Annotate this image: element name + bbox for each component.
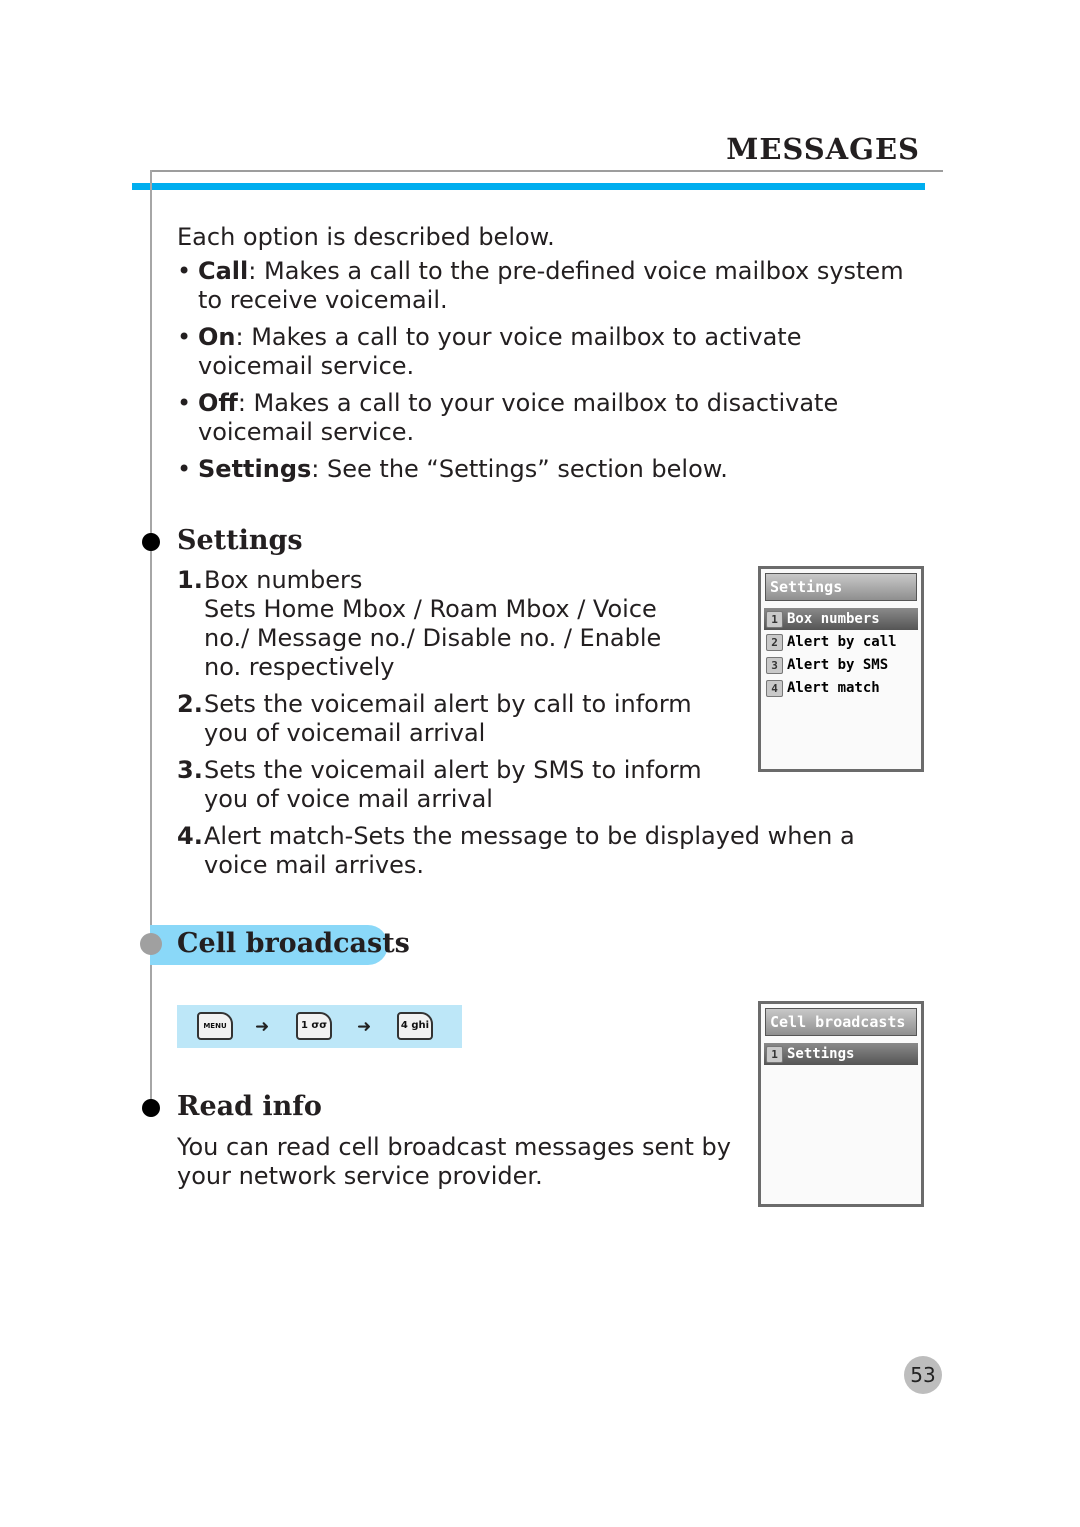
options-list: • Call: Makes a call to the pre-defined v…	[177, 257, 917, 492]
screen-title: Cell broadcasts	[765, 1008, 917, 1036]
option-term: Call	[198, 257, 249, 285]
item-text: Sets the voicemail alert by SMS to infor…	[204, 756, 702, 813]
header-divider-gray	[151, 170, 943, 172]
section-bullet-icon	[140, 933, 162, 955]
header-divider-blue	[132, 183, 925, 190]
screen-menu-item[interactable]: 3 Alert by SMS	[764, 654, 918, 676]
read-info-text: You can read cell broadcast messages sen…	[177, 1133, 731, 1190]
page-number: 53	[904, 1356, 942, 1394]
option-item: • Settings: See the “Settings” section be…	[177, 455, 917, 484]
option-term: On	[198, 323, 236, 351]
item-number: 3.	[177, 756, 203, 784]
item-text: Alert match-Sets the message to be displ…	[204, 822, 855, 879]
key-sequence: MENU ➜ 1 σσ ➜ 4 ghi	[177, 1005, 462, 1048]
item-number: 4.	[177, 822, 203, 850]
option-desc: : Makes a call to your voice mailbox to …	[198, 389, 839, 446]
screen-menu-item[interactable]: 2 Alert by call	[764, 631, 918, 653]
settings-item: 3. Sets the voicemail alert by SMS to in…	[177, 756, 737, 814]
key-1-icon: 1 σσ	[296, 1012, 332, 1040]
bullet-icon: •	[177, 257, 192, 285]
screen-menu-item[interactable]: 1 Box numbers	[764, 608, 918, 630]
number-badge-icon: 1	[766, 1046, 783, 1063]
bullet-icon: •	[177, 455, 192, 483]
menu-item-label: Box numbers	[787, 611, 880, 627]
cell-broadcasts-screen: Cell broadcasts 1 Settings	[758, 1001, 924, 1207]
menu-key-icon: MENU	[197, 1012, 233, 1040]
number-badge-icon: 3	[766, 657, 783, 674]
settings-heading: Settings	[177, 525, 303, 556]
read-info-heading: Read info	[177, 1091, 322, 1122]
arrow-right-icon: ➜	[357, 1017, 372, 1037]
section-timeline-line	[150, 170, 152, 1108]
option-term: Settings	[198, 455, 312, 483]
cell-broadcasts-heading: Cell broadcasts	[177, 928, 410, 959]
menu-item-label: Settings	[787, 1046, 855, 1062]
section-bullet-icon	[142, 533, 160, 551]
settings-item: 1. Box numbers Sets Home Mbox / Roam Mbo…	[177, 566, 737, 682]
screen-menu-item[interactable]: 4 Alert match	[764, 677, 918, 699]
arrow-right-icon: ➜	[255, 1017, 270, 1037]
option-desc: : Makes a call to the pre-defined voice …	[198, 257, 904, 314]
item-number: 2.	[177, 690, 203, 718]
menu-item-label: Alert by SMS	[787, 657, 889, 673]
menu-item-label: Alert by call	[787, 634, 897, 650]
option-desc: : See the “Settings” section below.	[311, 455, 728, 483]
bullet-icon: •	[177, 389, 192, 417]
menu-item-label: Alert match	[787, 680, 880, 696]
number-badge-icon: 4	[766, 680, 783, 697]
intro-text: Each option is described below.	[177, 223, 555, 251]
section-bullet-icon	[142, 1099, 160, 1117]
number-badge-icon: 1	[766, 611, 783, 628]
bullet-icon: •	[177, 323, 192, 351]
option-term: Off	[198, 389, 238, 417]
item-title: Box numbers	[204, 566, 363, 594]
settings-item: 2. Sets the voicemail alert by call to i…	[177, 690, 737, 748]
option-item: • Off: Makes a call to your voice mailbox…	[177, 389, 917, 447]
item-number: 1.	[177, 566, 203, 594]
option-desc: : Makes a call to your voice mailbox to …	[198, 323, 802, 380]
screen-title: Settings	[765, 573, 917, 601]
screen-menu-item[interactable]: 1 Settings	[764, 1043, 918, 1065]
settings-screen: Settings 1 Box numbers 2 Alert by call 3 Al…	[758, 566, 924, 772]
number-badge-icon: 2	[766, 634, 783, 651]
option-item: • On: Makes a call to your voice mailbox …	[177, 323, 917, 381]
item-text: Sets the voicemail alert by call to info…	[204, 690, 692, 747]
settings-list: 1. Box numbers Sets Home Mbox / Roam Mbo…	[177, 566, 855, 880]
key-4-icon: 4 ghi	[397, 1012, 433, 1040]
page-header-title: MESSAGES	[726, 132, 920, 166]
item-subtext: Sets Home Mbox / Roam Mbox / Voice no./ …	[204, 595, 662, 681]
option-item: • Call: Makes a call to the pre-defined v…	[177, 257, 917, 315]
settings-item: 4. Alert match-Sets the message to be di…	[177, 822, 924, 880]
